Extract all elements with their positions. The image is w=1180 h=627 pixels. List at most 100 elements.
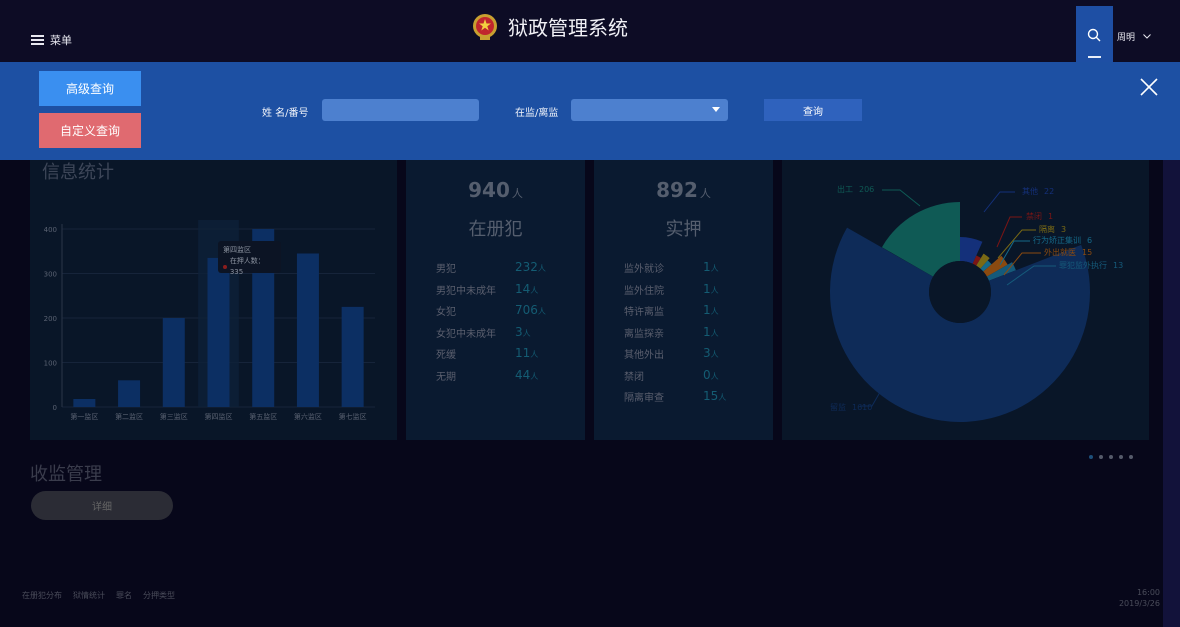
top-bar: 菜单 狱政管理系统 周明 bbox=[0, 0, 1180, 62]
x-tick-label: 第三监区 bbox=[160, 412, 188, 421]
status-select[interactable] bbox=[571, 99, 728, 121]
footer-link[interactable]: 狱情统计 bbox=[73, 590, 105, 601]
detail-button[interactable]: 详细 bbox=[31, 491, 173, 520]
detained-row-value: 1人 bbox=[703, 281, 719, 296]
x-tick-label: 第一监区 bbox=[70, 412, 98, 421]
footer-link[interactable]: 分押类型 bbox=[143, 590, 175, 601]
user-menu[interactable]: 周明 bbox=[1117, 30, 1151, 43]
detained-row-label: 监外住院 bbox=[624, 285, 664, 297]
detained-row-label: 其他外出 bbox=[624, 350, 664, 361]
x-tick-label: 第二监区 bbox=[115, 412, 143, 421]
hamburger-icon bbox=[31, 35, 44, 45]
bar[interactable] bbox=[162, 318, 185, 407]
bar-chart: 0100200300400第一监区 第二监区 第三监区 第四监区 第五监区 第六监区 第七监… bbox=[44, 220, 375, 421]
carousel-dot[interactable] bbox=[1099, 455, 1103, 459]
detained-row: 其他外出 3人 bbox=[624, 346, 743, 366]
detained-row: 监外住院 1人 bbox=[624, 282, 743, 302]
clock: 16:00 2019/3/26 bbox=[1119, 587, 1160, 609]
active-indicator bbox=[1088, 56, 1101, 58]
registered-row-value: 706人 bbox=[515, 303, 546, 317]
carousel-dot[interactable] bbox=[1109, 455, 1113, 459]
registered-row-label: 男犯 bbox=[436, 264, 456, 275]
registered-row: 男犯 232人 bbox=[436, 260, 555, 280]
app-title-text: 狱政管理系统 bbox=[508, 16, 628, 40]
query-button[interactable]: 查询 bbox=[764, 99, 862, 121]
detained-label: 实押 bbox=[665, 219, 702, 240]
tooltip-marker bbox=[223, 265, 227, 269]
name-input[interactable] bbox=[322, 99, 479, 121]
detained-row-value: 15人 bbox=[703, 389, 727, 403]
registered-row-value: 44人 bbox=[515, 367, 539, 382]
detained-row-value: 1人 bbox=[703, 260, 719, 274]
pie-label: 罪犯监外执行 13 bbox=[1059, 260, 1123, 270]
bar[interactable] bbox=[118, 380, 141, 407]
menu-button[interactable]: 菜单 bbox=[31, 32, 72, 48]
detained-count: 892 人 bbox=[656, 178, 711, 202]
distribution-card: 出工 206 其他 22 禁闭 1 隔离 3 行为矫正集训 6 外出就医 15 罪犯监外执行 13 留监 16… bbox=[782, 140, 1149, 440]
registered-row-value: 11人 bbox=[515, 346, 539, 360]
detained-row-value: 0人 bbox=[703, 367, 719, 382]
search-icon bbox=[1087, 28, 1101, 42]
detained-row-label: 特许离监 bbox=[624, 307, 664, 318]
detained-row-label: 隔离审查 bbox=[624, 393, 664, 404]
carousel-dot[interactable] bbox=[1119, 455, 1123, 459]
pie-leader-line bbox=[996, 216, 1022, 248]
x-tick-label: 第五监区 bbox=[249, 412, 277, 421]
bar[interactable] bbox=[296, 253, 319, 407]
x-tick-label: 第四监区 bbox=[205, 412, 233, 421]
tooltip-text: 在押人数：335 bbox=[229, 257, 265, 276]
detained-row-value: 1人 bbox=[703, 324, 719, 339]
name-label: 姓 名/番号 bbox=[262, 108, 309, 119]
registered-row: 无期 44人 bbox=[436, 368, 555, 388]
y-tick-label: 0 bbox=[53, 404, 57, 412]
info-stats-card: 信息统计 0 100 200 300 400 第一监区 第二监区 第三监区 第四监区 第五监区 第六… bbox=[30, 140, 397, 440]
bar[interactable] bbox=[341, 306, 364, 407]
registered-row-value: 3人 bbox=[515, 324, 531, 339]
pie-label: 留监 1610 bbox=[830, 402, 872, 412]
registered-row-label: 男犯中未成年 bbox=[436, 285, 496, 297]
registered-row-label: 女犯 bbox=[436, 307, 456, 318]
registered-row: 男犯中未成年 14人 bbox=[436, 282, 555, 302]
detained-row-label: 禁闭 bbox=[624, 371, 644, 383]
detained-row-label: 离监探亲 bbox=[624, 328, 664, 340]
registered-row-label: 无期 bbox=[436, 371, 456, 383]
detained-row: 隔离审查 15人 bbox=[624, 389, 743, 409]
advanced-query-button[interactable]: 高级查询 bbox=[39, 71, 141, 106]
y-tick-label: 200 bbox=[44, 315, 57, 323]
close-icon[interactable] bbox=[1140, 78, 1158, 96]
pie-chart: 出工 206 其他 22 禁闭 1 隔离 3行为矫正集训 6 外出就医 15 罪犯监外执行 13 留监 16… bbox=[830, 184, 1123, 423]
pie-label: 出工 206 bbox=[837, 184, 874, 194]
pie-label: 隔离 3 bbox=[1039, 224, 1066, 234]
registered-row-value: 232人 bbox=[515, 260, 546, 274]
registered-row: 女犯中未成年 3人 bbox=[436, 325, 555, 345]
clock-time: 16:00 bbox=[1136, 588, 1160, 597]
chevron-down-icon bbox=[1143, 34, 1151, 39]
footer-link[interactable]: 在册犯分布 bbox=[22, 590, 62, 601]
search-toggle-button[interactable] bbox=[1076, 6, 1113, 62]
registered-card: 940 人 在册犯 男犯 232人 男犯中未成年 14人 女犯 706人 女犯中未成年 3人 死缓… bbox=[406, 140, 585, 440]
x-tick-label: 第七监区 bbox=[339, 412, 367, 421]
footer-link[interactable]: 罪名 bbox=[116, 590, 132, 601]
pie-leader-line bbox=[983, 191, 1015, 213]
registered-row-label: 女犯中未成年 bbox=[436, 328, 496, 340]
pie-hole bbox=[929, 261, 991, 323]
detained-row: 监外就诊 1人 bbox=[624, 260, 743, 280]
custom-query-button[interactable]: 自定义查询 bbox=[39, 113, 141, 148]
clock-date: 2019/3/26 bbox=[1118, 599, 1160, 608]
y-tick-label: 100 bbox=[44, 360, 57, 368]
chart-tooltip: 第四监区 在押人数：335 bbox=[218, 241, 281, 276]
registered-row-label: 死缓 bbox=[436, 350, 456, 361]
dropdown-arrow-icon bbox=[712, 107, 720, 112]
carousel-dots bbox=[1089, 455, 1133, 459]
carousel-dot[interactable] bbox=[1089, 455, 1093, 459]
carousel-dot[interactable] bbox=[1129, 455, 1133, 459]
bar[interactable] bbox=[207, 257, 230, 407]
registered-row-value: 14人 bbox=[515, 281, 539, 296]
menu-label: 菜单 bbox=[50, 34, 72, 47]
user-name: 周明 bbox=[1117, 33, 1136, 43]
pie-label: 外出就医 15 bbox=[1044, 247, 1092, 257]
status-label: 在监/离监 bbox=[515, 108, 559, 119]
bar[interactable] bbox=[73, 398, 96, 407]
tooltip-title: 第四监区 bbox=[223, 246, 251, 254]
detained-card: 892 人 实押 监外就诊 1人 监外住院 1人 特许离监 1人 离监探亲 1人 其他外出 3人 禁闭… bbox=[594, 140, 773, 440]
